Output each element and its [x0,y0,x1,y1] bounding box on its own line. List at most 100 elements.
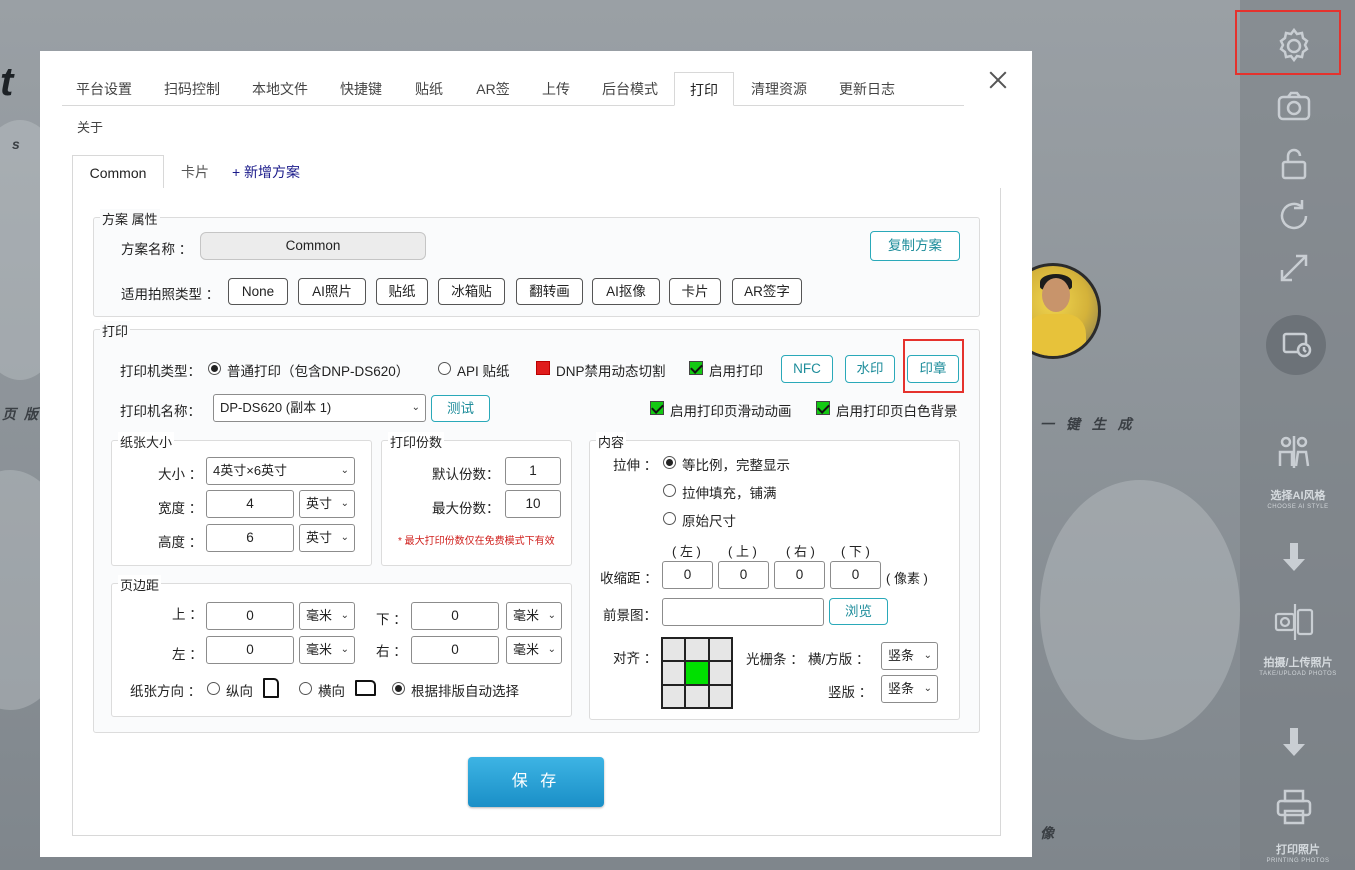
printer-type-normal-radio[interactable] [208,362,221,375]
shrink-left-input[interactable]: 0 [662,561,713,589]
orientation-portrait-radio[interactable] [207,682,220,695]
scheme-name-input[interactable]: Common [200,232,426,260]
align-bottom-center[interactable] [685,684,709,708]
paper-width-label: 宽度 ： [158,501,203,516]
align-middle-right[interactable] [708,661,732,685]
tab-upload[interactable]: 上传 [528,72,584,106]
margin-top-unit-select[interactable]: 毫米 ⌄ [299,602,355,630]
stretch-none-radio[interactable] [663,512,676,525]
align-center[interactable] [685,661,709,685]
margin-right-unit-select[interactable]: 毫米 ⌄ [506,636,562,664]
scheme-tab-common[interactable]: Common [72,155,164,189]
paper-width-unit-select[interactable]: 英寸 ⌄ [299,490,355,518]
refresh-icon[interactable] [1272,194,1316,238]
shrink-bottom-input[interactable]: 0 [830,561,881,589]
nfc-button[interactable]: NFC [781,355,833,383]
unlock-icon[interactable] [1272,142,1316,186]
enable-print-checkbox[interactable] [689,361,703,375]
printer-icon[interactable] [1272,785,1316,829]
grating-portrait-select[interactable]: 竖条 ⌄ [881,675,938,703]
paper-height-input[interactable]: 6 [206,524,294,552]
default-copies-input[interactable]: 1 [505,457,561,485]
margin-left-unit-select[interactable]: 毫米 ⌄ [299,636,355,664]
camera-icon[interactable] [1272,84,1316,128]
margin-left-input[interactable]: 0 [206,636,294,664]
stamp-button[interactable]: 印章 [907,355,959,383]
photo-type-label: 适用拍照类型 ： [121,287,220,302]
scheme-tab-card[interactable]: 卡片 [170,155,220,189]
add-scheme-button[interactable]: + 新增方案 [228,155,304,189]
align-middle-left[interactable] [662,661,686,685]
stretch-none-label: 原始尺寸 [682,514,736,529]
align-top-left[interactable] [662,638,686,662]
printer-type-normal-label: 普通打印（包含DNP-DS620） [227,364,410,379]
white-background-checkbox[interactable] [816,401,830,415]
tab-clean-resources[interactable]: 清理资源 [738,72,820,106]
margins-title: 页边距 [118,575,162,594]
close-icon[interactable] [986,68,1010,92]
tab-print[interactable]: 打印 [674,72,734,106]
tab-scan-control[interactable]: 扫码控制 [150,72,234,106]
orientation-portrait-label: 纵向 [226,684,253,699]
tab-stickers[interactable]: 贴纸 [400,72,458,106]
tab-shortcuts[interactable]: 快捷键 [328,72,394,106]
print-copies-title: 打印份数 [388,432,445,451]
bg-fragment: 一 键 生 成 [1040,416,1136,432]
tab-platform-settings[interactable]: 平台设置 [62,72,146,106]
test-button[interactable]: 测试 [431,395,490,422]
foreground-input[interactable] [662,598,824,626]
paper-height-unit-select[interactable]: 英寸 ⌄ [299,524,355,552]
paper-size-select[interactable]: 4英寸×6英寸 ⌄ [206,457,355,485]
paper-width-input[interactable]: 4 [206,490,294,518]
photo-type-flip-picture-button[interactable]: 翻转画 [516,278,583,305]
copy-scheme-button[interactable]: 复制方案 [870,231,960,261]
photo-type-card-button[interactable]: 卡片 [669,278,721,305]
take-upload-sub: TAKE/UPLOAD PHOTOS [1259,671,1337,677]
paper-height-unit-value: 英寸 [306,530,333,545]
tab-ar-sign[interactable]: AR签 [464,72,522,106]
tab-background-mode[interactable]: 后台模式 [590,72,670,106]
slide-animation-checkbox[interactable] [650,401,664,415]
gear-icon[interactable] [1272,24,1316,68]
tab-about[interactable]: 关于 [77,117,103,136]
align-top-center[interactable] [685,638,709,662]
margin-bottom-unit-select[interactable]: 毫米 ⌄ [506,602,562,630]
align-bottom-left[interactable] [662,684,686,708]
printer-name-select[interactable]: DP-DS620 (副本 1) ⌄ [213,394,426,422]
photo-type-sticker-button[interactable]: 贴纸 [376,278,428,305]
photo-type-fridge-magnet-button[interactable]: 冰箱贴 [438,278,505,305]
printer-type-api-radio[interactable] [438,362,451,375]
align-label: 对齐 ： [613,651,658,666]
align-bottom-right[interactable] [708,684,732,708]
align-top-right[interactable] [708,638,732,662]
orientation-auto-radio[interactable] [392,682,405,695]
printer-type-label: 打印机类型： [120,364,201,379]
dnp-disable-cut-checkbox[interactable] [536,361,550,375]
photo-type-ar-sign-button[interactable]: AR签字 [732,278,802,305]
margin-right-input[interactable]: 0 [411,636,499,664]
stretch-fill-radio[interactable] [663,484,676,497]
orientation-landscape-radio[interactable] [299,682,312,695]
shrink-right-header: ( 右 ) [786,544,815,559]
white-background-label: 启用打印页白色背景 [836,404,958,419]
margin-top-input[interactable]: 0 [206,602,294,630]
photo-type-ai-cutout-button[interactable]: AI抠像 [592,278,660,305]
tab-local-files[interactable]: 本地文件 [238,72,322,106]
shrink-top-input[interactable]: 0 [718,561,769,589]
chevron-down-icon: ⌄ [340,610,349,621]
grating-landscape-select[interactable]: 竖条 ⌄ [881,642,938,670]
max-copies-input[interactable]: 10 [505,490,561,518]
chevron-down-icon: ⌄ [340,465,349,476]
tab-changelog[interactable]: 更新日志 [826,72,908,106]
photo-type-none-button[interactable]: None [228,278,288,305]
browse-button[interactable]: 浏览 [829,598,888,625]
grating-portrait-value: 竖条 [888,681,915,696]
photo-type-ai-photo-button[interactable]: AI照片 [298,278,366,305]
expand-icon[interactable] [1272,246,1316,290]
margin-bottom-input[interactable]: 0 [411,602,499,630]
stretch-uniform-radio[interactable] [663,456,676,469]
shrink-right-input[interactable]: 0 [774,561,825,589]
watermark-button[interactable]: 水印 [845,355,895,383]
content-title: 内容 [596,432,627,451]
save-button[interactable]: 保 存 [468,757,604,807]
